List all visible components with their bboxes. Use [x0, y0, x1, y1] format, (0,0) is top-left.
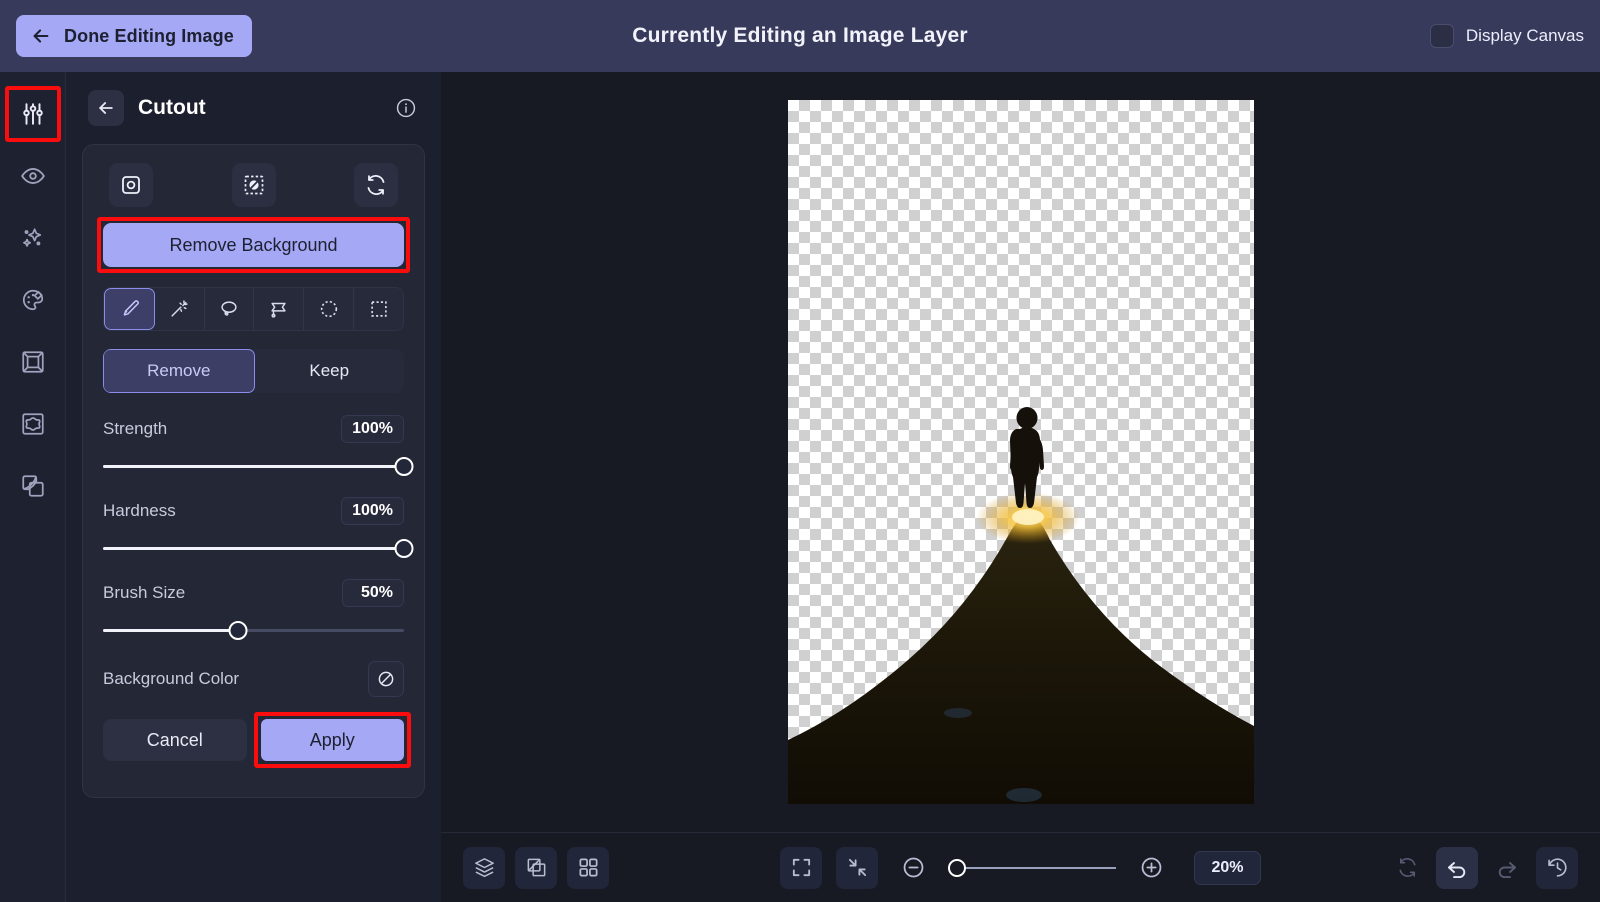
remove-background-wrap: Remove Background: [97, 217, 410, 273]
no-color-icon[interactable]: [368, 661, 404, 697]
cutout-artwork: [787, 407, 1254, 804]
remove-background-button[interactable]: Remove Background: [103, 223, 404, 267]
bottom-left-tools: [463, 846, 609, 889]
zoom-slider[interactable]: [947, 858, 1117, 878]
brush-size-slider-block: Brush Size 50%: [103, 579, 404, 641]
sun-core: [1011, 509, 1044, 525]
hardness-slider[interactable]: [103, 537, 414, 559]
zoom-slider-track: [948, 866, 1117, 869]
rail-item-color[interactable]: [13, 280, 53, 320]
mode-toggle: Remove Keep: [103, 349, 404, 393]
selection-tool-row: [103, 287, 404, 331]
zoom-out-button[interactable]: [892, 847, 934, 889]
strength-label: Strength: [103, 419, 168, 438]
cutout-panel: Cutout Remove Background Remove Keep Str…: [66, 72, 441, 902]
cutout-card: Remove Background Remove Keep Strength 1…: [82, 144, 425, 798]
brush-size-fill: [103, 628, 239, 632]
strength-knob[interactable]: [394, 456, 414, 476]
reset-cutout-button[interactable]: [354, 163, 398, 207]
background-color-label: Background Color: [103, 669, 240, 688]
display-canvas-checkbox[interactable]: [1429, 24, 1454, 48]
brush-size-label: Brush Size: [103, 583, 186, 602]
grid-icon[interactable]: [567, 846, 609, 889]
select-subject-button[interactable]: [109, 163, 153, 207]
done-editing-image-label: Done Editing Image: [64, 25, 234, 46]
ground-detail-a: [943, 708, 972, 718]
canvas-stage[interactable]: [441, 72, 1600, 832]
rail-item-blend[interactable]: [13, 466, 53, 506]
mode-remove-button[interactable]: Remove: [103, 349, 255, 393]
zoom-slider-knob[interactable]: [947, 858, 966, 877]
mode-keep-button[interactable]: Keep: [255, 349, 405, 393]
app-header: Done Editing Image Currently Editing an …: [0, 0, 1600, 72]
hardness-slider-block: Hardness 100%: [103, 497, 414, 559]
rail-item-visibility[interactable]: [13, 156, 53, 196]
image-editor-app: Done Editing Image Currently Editing an …: [0, 0, 1600, 902]
panel-actions: Cancel Apply: [103, 712, 411, 779]
app-body: Cutout Remove Background Remove Keep Str…: [0, 72, 1600, 902]
rail-item-effects[interactable]: [13, 218, 53, 258]
mountain-silhouette: [787, 514, 1254, 804]
transparency-icon[interactable]: [515, 846, 557, 889]
ground-detail-b: [1005, 788, 1042, 802]
background-color-row: Background Color: [103, 661, 404, 697]
rail-item-mask[interactable]: [13, 404, 53, 444]
brush-size-header: Brush Size 50%: [103, 579, 404, 607]
layers-icon[interactable]: [463, 846, 505, 889]
cancel-button[interactable]: Cancel: [103, 719, 247, 761]
apply-wrap: Apply: [253, 712, 411, 768]
redo-icon[interactable]: [1486, 847, 1528, 889]
rail-item-frame[interactable]: [13, 342, 53, 382]
panel-back-button[interactable]: [88, 90, 124, 126]
apply-button[interactable]: Apply: [260, 719, 404, 761]
tool-rail: [0, 72, 66, 902]
tool-brush[interactable]: [104, 288, 155, 330]
brush-size-knob[interactable]: [228, 620, 248, 640]
panel-header: Cutout: [82, 90, 425, 126]
strength-header: Strength 100%: [103, 415, 404, 443]
strength-fill: [103, 464, 404, 468]
hardness-label: Hardness: [103, 501, 176, 520]
strength-slider[interactable]: [103, 455, 414, 477]
hardness-header: Hardness 100%: [103, 497, 404, 525]
tool-polygon-lasso[interactable]: [254, 288, 305, 330]
tool-lasso[interactable]: [205, 288, 255, 330]
bottom-toolbar: 20%: [441, 832, 1600, 902]
erase-selection-button[interactable]: [231, 163, 276, 207]
done-editing-image-button[interactable]: Done Editing Image: [16, 15, 252, 57]
fit-to-screen-button[interactable]: [780, 846, 823, 889]
zoom-in-button[interactable]: [1130, 847, 1172, 889]
strength-slider-block: Strength 100%: [103, 415, 414, 477]
history-icon[interactable]: [1536, 846, 1578, 889]
brush-size-value[interactable]: 50%: [342, 579, 404, 607]
tool-ellipse-select[interactable]: [304, 288, 355, 330]
strength-value[interactable]: 100%: [341, 415, 404, 443]
cutout-top-tools: [103, 163, 404, 207]
info-circle-icon[interactable]: [395, 97, 417, 119]
tool-magic-wand[interactable]: [155, 288, 205, 330]
brush-size-slider[interactable]: [103, 619, 404, 641]
reset-icon[interactable]: [1386, 847, 1428, 889]
image-canvas[interactable]: [787, 100, 1254, 804]
stage-wrapper: 20%: [441, 72, 1600, 902]
tool-rectangle-select[interactable]: [354, 288, 403, 330]
zoom-level-value[interactable]: 20%: [1194, 850, 1261, 885]
hardness-fill: [103, 546, 404, 550]
hardness-value[interactable]: 100%: [341, 497, 404, 525]
rail-item-adjust[interactable]: [4, 86, 61, 142]
history-controls: [1386, 846, 1578, 889]
display-canvas-control: Display Canvas: [1429, 24, 1584, 48]
display-canvas-label: Display Canvas: [1465, 26, 1584, 45]
hardness-knob[interactable]: [394, 538, 414, 558]
undo-icon[interactable]: [1436, 846, 1478, 889]
arrow-left-icon: [30, 25, 52, 47]
panel-title: Cutout: [138, 96, 206, 119]
shrink-to-fit-button[interactable]: [836, 846, 879, 889]
